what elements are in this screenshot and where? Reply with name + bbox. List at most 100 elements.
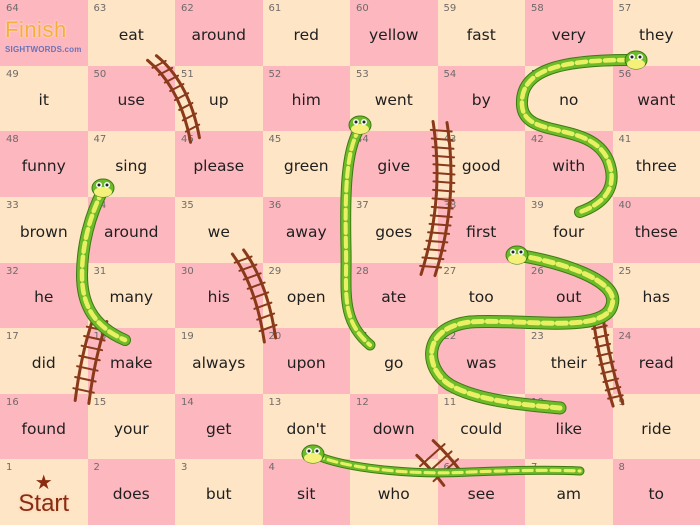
board-cell[interactable]: 32 he [0, 262, 88, 329]
sight-word: down [372, 419, 415, 438]
board-cell[interactable]: 3 but [175, 459, 263, 525]
board-cell[interactable]: 14 get [175, 393, 263, 460]
sight-word: use [117, 91, 145, 110]
cell-number: 37 [356, 199, 369, 211]
board-cell[interactable]: 4 sit [262, 459, 350, 525]
sight-word: many [109, 288, 154, 307]
sight-word: please [193, 157, 245, 176]
board-cell[interactable]: 37 goes [350, 196, 438, 263]
board-cell[interactable]: 2 does [87, 459, 175, 525]
board-cell[interactable]: 13 don't [262, 393, 350, 460]
board-cell[interactable]: 8 to [612, 459, 700, 525]
board-cell[interactable]: 43 good [437, 131, 525, 197]
board-cell[interactable]: 16 found [0, 393, 88, 460]
board-cell[interactable]: 25 has [612, 262, 700, 329]
board-cell[interactable]: 11 could [437, 393, 525, 460]
board-cell[interactable]: 57 they [612, 0, 700, 66]
sight-word: good [461, 157, 501, 176]
board-cell[interactable]: 45 green [262, 131, 350, 197]
sight-word: around [104, 222, 159, 241]
board-cell[interactable]: 47 sing [87, 131, 175, 197]
board-cell[interactable]: 22 was [437, 328, 525, 394]
sight-word: don't [286, 419, 326, 438]
sight-word: by [471, 91, 491, 110]
board-cell[interactable]: 24 read [612, 328, 700, 394]
sight-word: to [648, 485, 665, 504]
sight-word: see [467, 485, 495, 504]
board-cell[interactable]: 5 who [350, 459, 438, 525]
board-cell[interactable]: 29 open [262, 262, 350, 329]
board-cell[interactable]: 41 three [612, 131, 700, 197]
sight-word: three [635, 157, 677, 176]
board-cell[interactable]: 44 give [350, 131, 438, 197]
sight-word: your [113, 419, 149, 438]
board-cell[interactable]: 50 use [87, 65, 175, 132]
board-cell[interactable]: 58 very [525, 0, 613, 66]
board-cell[interactable]: 48 funny [0, 131, 88, 197]
board-cell[interactable]: 10 like [525, 393, 613, 460]
sight-word: with [552, 157, 586, 176]
cell-number: 25 [618, 265, 632, 277]
sight-word: did [31, 353, 56, 372]
cell-number: 64 [6, 3, 19, 14]
sight-word: too [468, 288, 494, 307]
sight-word: first [466, 222, 497, 241]
cell-number: 21 [356, 331, 369, 343]
board-cell[interactable]: 39 four [525, 196, 613, 263]
board-cell[interactable]: 63 eat [87, 0, 175, 66]
cell-number: 43 [443, 134, 457, 146]
board-cell[interactable]: 52 him [262, 65, 350, 132]
board-cell[interactable]: 38 first [437, 196, 525, 263]
board-cell[interactable]: 15 your [87, 393, 175, 460]
board-cell[interactable]: 23 their [525, 328, 613, 394]
finish-block: Finish SIGHTWORDS.com [5, 17, 82, 54]
sight-word: but [205, 485, 232, 504]
board-cell[interactable]: 35 we [175, 196, 263, 263]
board-cell[interactable]: 36 away [262, 196, 350, 263]
cell-number: 19 [181, 331, 194, 343]
board-cell[interactable]: 28 ate [350, 262, 438, 329]
board-cell[interactable]: 26 out [525, 262, 613, 329]
board-cell[interactable]: 55 no [525, 65, 613, 132]
board-cell[interactable]: 49 it [0, 65, 88, 132]
board-cell[interactable]: 61 red [262, 0, 350, 66]
board-cell[interactable]: 19 always [175, 328, 263, 394]
cell-number: 2 [93, 462, 100, 474]
cell-start[interactable]: 1 ★ Start [0, 459, 88, 525]
cell-finish[interactable]: 64 Finish SIGHTWORDS.com [0, 0, 88, 66]
sight-word: green [283, 157, 329, 176]
board-cell[interactable]: 12 down [350, 393, 438, 460]
sight-word: has [642, 288, 670, 307]
board-cell[interactable]: 59 fast [437, 0, 525, 66]
board-cell[interactable]: 20 upon [262, 328, 350, 394]
board-cell[interactable]: 31 many [87, 262, 175, 329]
sight-word: they [638, 25, 674, 44]
board-cell[interactable]: 56 want [612, 65, 700, 132]
board-cell[interactable]: 17 did [0, 328, 88, 394]
cell-number: 26 [531, 265, 544, 277]
board-cell[interactable]: 62 around [175, 0, 263, 66]
board-cell[interactable]: 54 by [437, 65, 525, 132]
board-cell[interactable]: 9 ride [612, 393, 700, 460]
board-cell[interactable]: 46 please [175, 131, 263, 197]
sight-word: we [207, 222, 230, 241]
board-cell[interactable]: 27 too [437, 262, 525, 329]
sight-word: he [34, 288, 54, 307]
board-cell[interactable]: 21 go [350, 328, 438, 394]
board-cell[interactable]: 30 his [175, 262, 263, 329]
board-cell[interactable]: 40 these [612, 196, 700, 263]
cell-number: 10 [531, 396, 544, 408]
board-cell[interactable]: 18 make [87, 328, 175, 394]
board-cell[interactable]: 51 up [175, 65, 263, 132]
sight-word: eat [118, 25, 144, 44]
board-cell[interactable]: 34 around [87, 196, 175, 263]
board-cell[interactable]: 7 am [525, 459, 613, 525]
board-cell[interactable]: 33 brown [0, 196, 88, 263]
board-cell[interactable]: 53 went [350, 65, 438, 132]
board-cell[interactable]: 60 yellow [350, 0, 438, 66]
cell-number: 35 [181, 199, 194, 211]
board-cell[interactable]: 42 with [525, 131, 613, 197]
board-cell[interactable]: 6 see [437, 459, 525, 525]
sight-word: was [466, 353, 497, 372]
cell-number: 32 [6, 265, 19, 277]
